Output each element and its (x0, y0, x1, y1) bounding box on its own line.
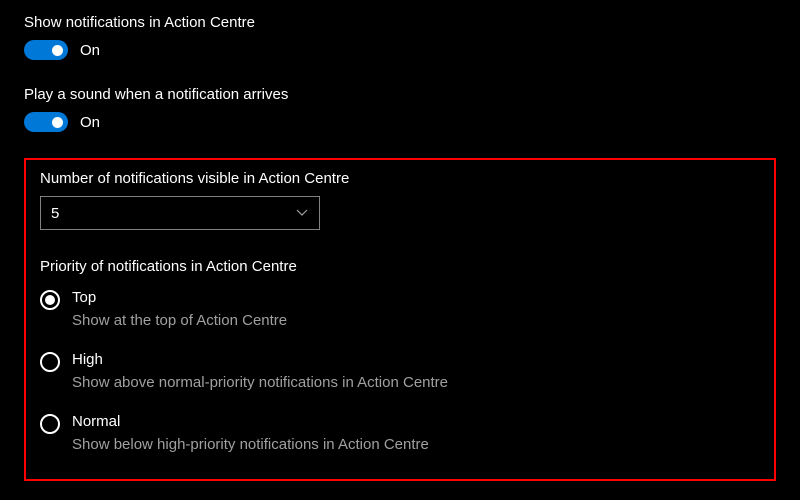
priority-radio-normal[interactable]: Normal Show below high-priority notifica… (40, 413, 760, 453)
notification-count-label: Number of notifications visible in Actio… (40, 170, 760, 187)
play-sound-state: On (80, 114, 100, 131)
show-notifications-label: Show notifications in Action Centre (24, 14, 776, 31)
radio-desc: Show above normal-priority notifications… (72, 374, 448, 391)
show-notifications-toggle[interactable] (24, 40, 68, 60)
notification-count-dropdown[interactable]: 5 (40, 196, 320, 230)
play-sound-toggle[interactable] (24, 112, 68, 132)
radio-text-container: Top Show at the top of Action Centre (72, 289, 287, 329)
priority-setting: Priority of notifications in Action Cent… (40, 258, 760, 453)
radio-circle-icon (40, 352, 60, 372)
radio-desc: Show below high-priority notifications i… (72, 436, 429, 453)
show-notifications-state: On (80, 42, 100, 59)
play-sound-toggle-row: On (24, 112, 776, 132)
radio-text-container: Normal Show below high-priority notifica… (72, 413, 429, 453)
priority-radio-high[interactable]: High Show above normal-priority notifica… (40, 351, 760, 391)
radio-title: High (72, 351, 448, 368)
radio-circle-icon (40, 290, 60, 310)
dropdown-value: 5 (51, 205, 59, 222)
toggle-knob-icon (52, 117, 63, 128)
notification-count-setting: Number of notifications visible in Actio… (40, 170, 760, 230)
priority-radio-top[interactable]: Top Show at the top of Action Centre (40, 289, 760, 329)
radio-title: Top (72, 289, 287, 306)
radio-circle-icon (40, 414, 60, 434)
radio-desc: Show at the top of Action Centre (72, 312, 287, 329)
toggle-knob-icon (52, 45, 63, 56)
show-notifications-toggle-row: On (24, 40, 776, 60)
highlighted-settings-section: Number of notifications visible in Actio… (24, 158, 776, 481)
priority-label: Priority of notifications in Action Cent… (40, 258, 760, 275)
play-sound-label: Play a sound when a notification arrives (24, 86, 776, 103)
play-sound-setting: Play a sound when a notification arrives… (24, 86, 776, 132)
radio-title: Normal (72, 413, 429, 430)
chevron-down-icon (295, 206, 309, 220)
radio-dot-icon (45, 295, 55, 305)
radio-text-container: High Show above normal-priority notifica… (72, 351, 448, 391)
show-notifications-setting: Show notifications in Action Centre On (24, 14, 776, 60)
